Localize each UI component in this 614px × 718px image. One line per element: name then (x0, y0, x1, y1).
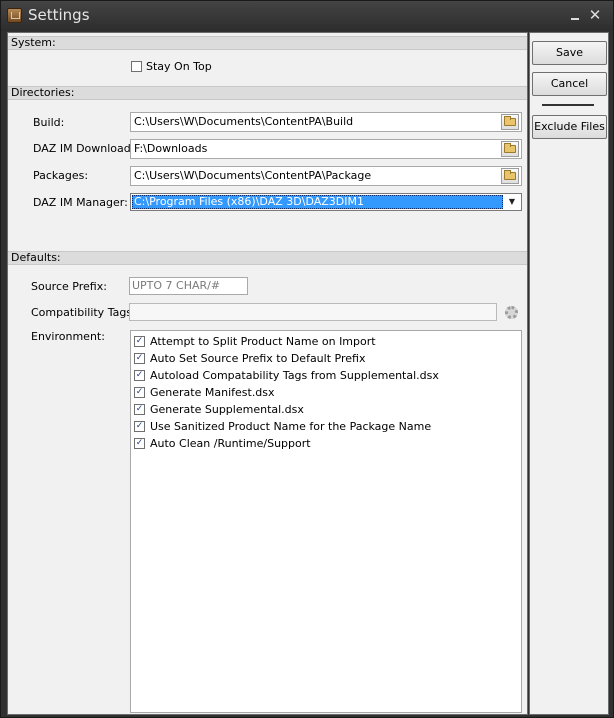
build-path-field[interactable]: C:\Users\W\Documents\ContentPA\Build (130, 112, 522, 132)
folder-icon (504, 170, 516, 180)
daz-manager-select[interactable]: C:\Program Files (x86)\DAZ 3D\DAZ3DIM1 ▼ (130, 193, 522, 211)
environment-option-checkbox[interactable]: ✓ (134, 387, 145, 398)
environment-option-label: Autoload Compatability Tags from Supplem… (150, 369, 439, 382)
environment-option-checkbox[interactable]: ✓ (134, 421, 145, 432)
source-prefix-label: Source Prefix: (31, 280, 107, 293)
environment-option-checkbox[interactable]: ✓ (134, 404, 145, 415)
build-path-value: C:\Users\W\Documents\ContentPA\Build (134, 115, 354, 128)
settings-panel: System: Stay On Top Directories: Build: … (7, 32, 528, 715)
packages-label: Packages: (33, 169, 89, 182)
section-header-system: System: (8, 36, 527, 50)
app-icon (7, 8, 22, 23)
environment-option-label: Use Sanitized Product Name for the Packa… (150, 420, 432, 433)
close-button[interactable]: ✕ (587, 7, 603, 23)
daz-download-browse-button[interactable] (501, 141, 519, 157)
daz-download-label: DAZ IM Download: (33, 142, 135, 155)
environment-option-checkbox[interactable]: ✓ (134, 370, 145, 381)
gear-icon[interactable] (505, 306, 518, 319)
save-button[interactable]: Save (532, 41, 607, 65)
stay-on-top-label: Stay On Top (146, 60, 212, 73)
folder-icon (504, 116, 516, 126)
environment-option-checkbox[interactable]: ✓ (134, 336, 145, 347)
environment-option-label: Attempt to Split Product Name on Import (150, 335, 376, 348)
window-title: Settings (28, 6, 90, 24)
environment-label: Environment: (31, 330, 105, 343)
cancel-button[interactable]: Cancel (532, 72, 607, 96)
environment-option-label: Auto Set Source Prefix to Default Prefix (150, 352, 366, 365)
environment-option-label: Generate Manifest.dsx (150, 386, 275, 399)
compatibility-tags-label: Compatibility Tags: (31, 306, 136, 319)
build-browse-button[interactable] (501, 114, 519, 130)
environment-options-list[interactable]: ✓ Attempt to Split Product Name on Impor… (130, 330, 522, 713)
environment-option-checkbox[interactable]: ✓ (134, 438, 145, 449)
title-bar[interactable]: Settings ✕ (1, 1, 613, 31)
section-header-directories: Directories: (8, 86, 527, 100)
section-header-defaults: Defaults: (8, 251, 527, 265)
environment-option-checkbox[interactable]: ✓ (134, 353, 145, 364)
packages-path-value: C:\Users\W\Documents\ContentPA\Package (134, 169, 372, 182)
packages-browse-button[interactable] (501, 168, 519, 184)
source-prefix-input[interactable]: UPTO 7 CHAR/# (129, 277, 248, 295)
environment-option-label: Auto Clean /Runtime/Support (150, 437, 311, 450)
build-label: Build: (33, 116, 65, 129)
daz-manager-selected-value: C:\Program Files (x86)\DAZ 3D\DAZ3DIM1 (132, 195, 503, 209)
daz-download-path-field[interactable]: F:\Downloads (130, 139, 522, 159)
exclude-files-button[interactable]: Exclude Files (532, 115, 607, 139)
stay-on-top-checkbox[interactable] (131, 61, 142, 72)
daz-download-path-value: F:\Downloads (134, 142, 208, 155)
chevron-down-icon[interactable]: ▼ (505, 196, 519, 208)
settings-window: Settings ✕ System: Stay On Top Directori… (0, 0, 614, 718)
minimize-button[interactable] (567, 7, 583, 23)
compatibility-tags-field[interactable] (129, 303, 497, 321)
button-column: Save Cancel Exclude Files (529, 32, 609, 715)
source-prefix-placeholder: UPTO 7 CHAR/# (132, 279, 221, 292)
daz-manager-label: DAZ IM Manager: (33, 196, 128, 209)
button-divider (542, 104, 594, 106)
environment-option-label: Generate Supplemental.dsx (150, 403, 304, 416)
packages-path-field[interactable]: C:\Users\W\Documents\ContentPA\Package (130, 166, 522, 186)
folder-icon (504, 143, 516, 153)
